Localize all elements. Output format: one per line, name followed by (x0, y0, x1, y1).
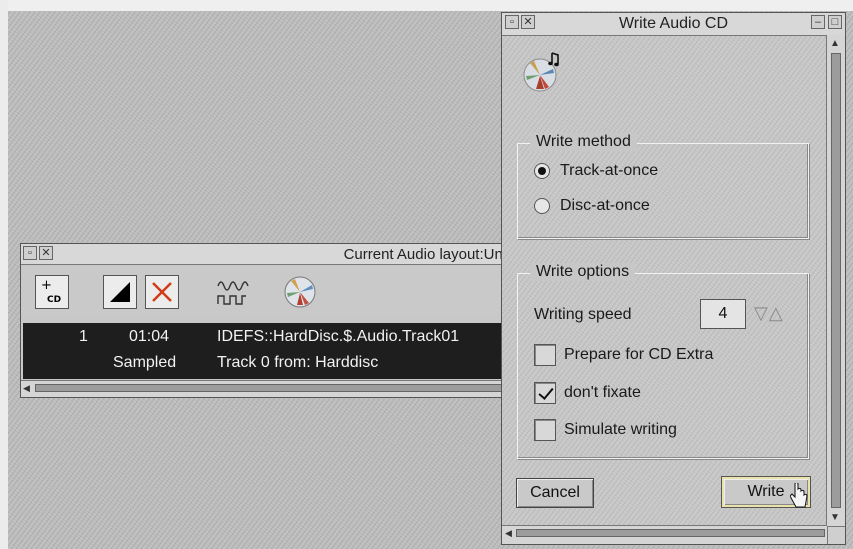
track-list[interactable]: 1 01:04 IDEFS::HardDisc.$.Audio.Track01 … (23, 323, 511, 379)
back-icon[interactable]: ▫ (23, 246, 37, 260)
check-simulate-writing[interactable]: Simulate writing (534, 419, 677, 441)
track-source: Track 0 from: Harddisc (217, 354, 379, 371)
waveform-icon (217, 281, 249, 305)
check-simulate-writing-label: Simulate writing (564, 421, 677, 438)
waveform-button[interactable] (215, 275, 249, 309)
write-options-label: Write options (530, 263, 636, 281)
cancel-button[interactable]: Cancel (516, 478, 594, 508)
close-icon[interactable]: ✕ (39, 246, 53, 260)
contrast-icon (110, 282, 130, 302)
radio-disc-at-once[interactable]: Disc-at-once (534, 197, 650, 215)
dialog-vertical-scrollbar[interactable]: ▲ ▼ (826, 35, 845, 526)
radio-unselected-icon[interactable] (534, 198, 550, 214)
scroll-left-icon[interactable]: ◀ (23, 383, 33, 393)
track-type: Sampled (113, 354, 177, 371)
writing-speed-label: Writing speed (534, 306, 632, 323)
write-method-group: Write method Track-at-once Disc-at-once (517, 133, 809, 239)
writing-speed-field[interactable]: 4 (700, 299, 746, 329)
cd-burner-app-icon (523, 52, 559, 92)
checkbox-unchecked-icon[interactable] (534, 344, 556, 366)
iconise-icon[interactable]: – (811, 15, 825, 29)
cd-windmill-icon (284, 276, 316, 308)
layout-horizontal-scrollbar[interactable]: ◀ (21, 380, 511, 397)
close-icon[interactable]: ✕ (521, 15, 535, 29)
write-audio-cd-dialog: ▫ ✕ Write Audio CD – □ Write method Trac… (501, 12, 846, 545)
check-prepare-cd-extra[interactable]: Prepare for CD Extra (534, 344, 713, 366)
resize-icon[interactable] (827, 526, 845, 544)
radio-disc-at-once-label: Disc-at-once (560, 197, 650, 214)
dialog-titlebar[interactable]: ▫ ✕ Write Audio CD – □ (502, 13, 845, 36)
check-prepare-cd-extra-label: Prepare for CD Extra (564, 346, 714, 363)
dialog-horizontal-scrollbar[interactable]: ◀ (502, 525, 827, 544)
toggle-size-icon[interactable]: □ (828, 15, 842, 29)
speed-stepper[interactable]: ▽△ (754, 303, 784, 324)
layout-toolbar: + CD (21, 265, 511, 315)
dialog-scroll-thumb[interactable] (831, 53, 841, 508)
contrast-button[interactable] (103, 275, 137, 309)
track-path: IDEFS::HardDisc.$.Audio.Track01 (217, 328, 460, 345)
delete-button[interactable] (145, 275, 179, 309)
radio-selected-icon[interactable] (534, 163, 550, 179)
dialog-title: Write Audio CD (618, 15, 729, 32)
svg-text:+: + (41, 278, 52, 293)
cd-app-button[interactable] (283, 275, 317, 309)
dialog-hscroll-thumb[interactable] (516, 529, 825, 537)
svg-text:CD: CD (47, 295, 61, 305)
back-icon[interactable]: ▫ (505, 15, 519, 29)
layout-titlebar[interactable]: ▫ ✕ Current Audio layout:Unt (21, 244, 511, 265)
radio-track-at-once[interactable]: Track-at-once (534, 162, 658, 180)
scroll-left-icon[interactable]: ◀ (505, 528, 515, 538)
track-time: 01:04 (129, 328, 170, 345)
desktop-edge-top (0, 0, 853, 11)
add-cd-icon: + CD (41, 278, 61, 305)
write-method-label: Write method (530, 133, 637, 151)
track-number: 1 (79, 328, 88, 345)
write-options-group: Write options Writing speed 4 ▽△ Prepare… (517, 263, 809, 459)
check-dont-fixate-label: don't fixate (564, 384, 641, 401)
checkbox-unchecked-icon[interactable] (534, 419, 556, 441)
speed-up-icon[interactable]: △ (769, 303, 784, 323)
layout-scroll-thumb[interactable] (35, 384, 509, 392)
scroll-up-icon[interactable]: ▲ (830, 38, 840, 49)
radio-track-at-once-label: Track-at-once (560, 162, 659, 179)
speed-down-icon[interactable]: ▽ (754, 303, 769, 323)
checkbox-checked-icon[interactable] (534, 382, 556, 404)
scroll-down-icon[interactable]: ▼ (830, 512, 840, 523)
desktop-edge-left (0, 0, 8, 549)
mouse-pointer-icon (790, 483, 808, 508)
delete-icon (152, 282, 172, 302)
layout-window-title: Current Audio layout:Unt (343, 246, 507, 263)
add-cd-button[interactable]: + CD (35, 275, 69, 309)
audio-layout-window: ▫ ✕ Current Audio layout:Unt + CD 1 01:0… (20, 243, 512, 398)
check-dont-fixate[interactable]: don't fixate (534, 382, 641, 404)
